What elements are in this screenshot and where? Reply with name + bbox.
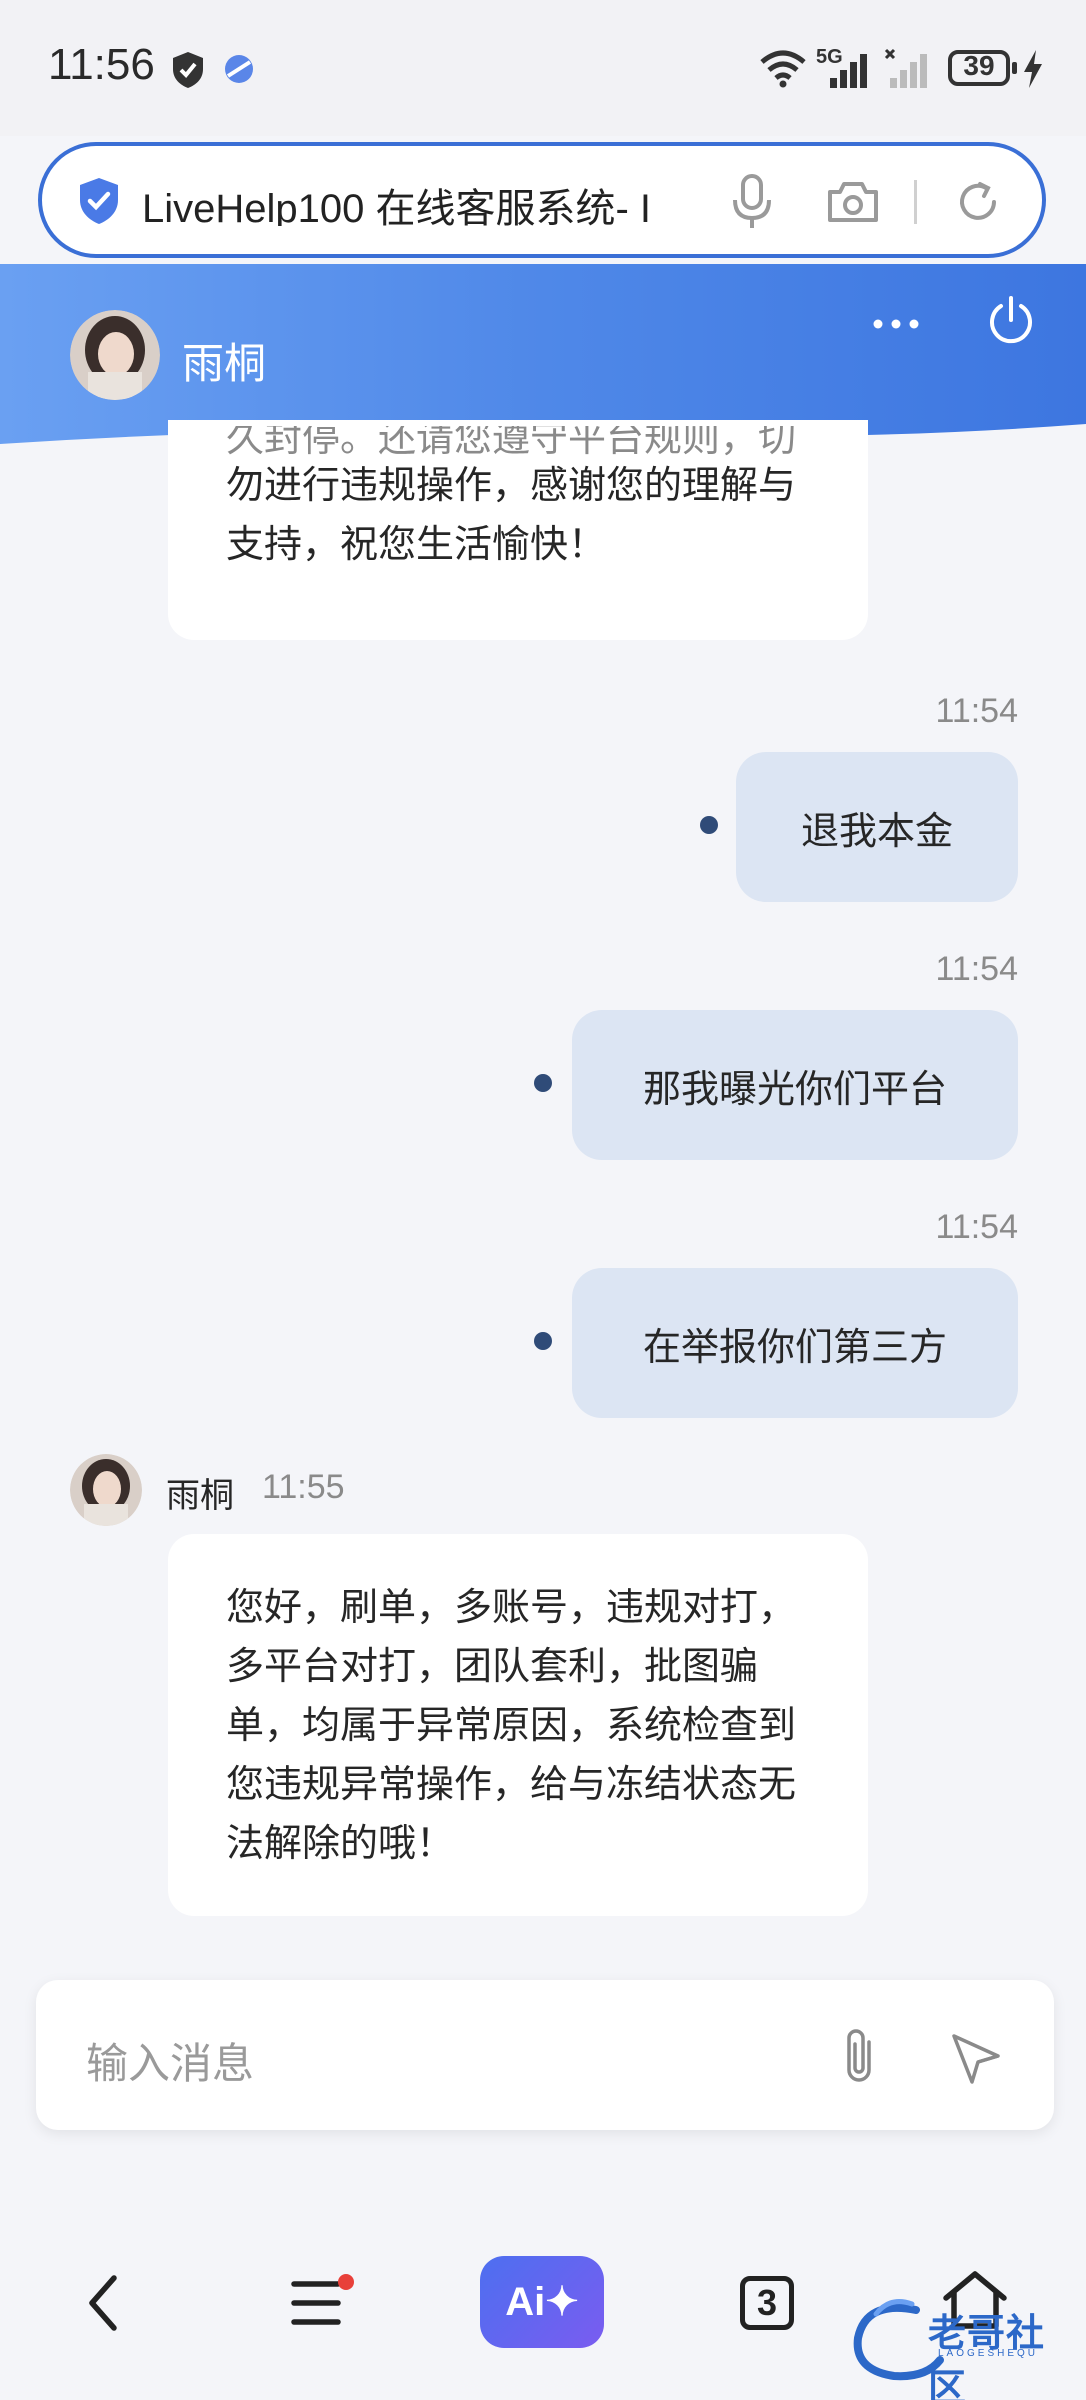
signal-empty-icon: [884, 48, 927, 88]
url-divider: [914, 180, 917, 224]
address-bar[interactable]: LiveHelp100 在线客服系统- I: [38, 142, 1046, 258]
more-icon[interactable]: [870, 314, 922, 334]
watermark-subtext: LAOGESHEQU: [938, 2348, 1039, 2359]
send-icon[interactable]: [948, 2030, 1004, 2086]
user-message-bubble: 那我曝光你们平台: [572, 1010, 1018, 1160]
read-indicator: [534, 1332, 552, 1350]
battery-icon: 39: [948, 50, 1010, 86]
wifi-icon: [760, 50, 806, 88]
message-line: 法解除的哦！: [226, 1821, 455, 1865]
tabs-button[interactable]: 3: [740, 2276, 794, 2330]
user-message-bubble: 退我本金: [736, 752, 1018, 902]
agent-message-bubble: 您好，刷单，多账号，违规对打， 多平台对打，团队套利，批图骗 单，均属于异常原因…: [168, 1534, 869, 1916]
message-line: 您好，刷单，多账号，违规对打，: [226, 1585, 797, 1629]
message-line: 多平台对打，团队套利，批图骗: [226, 1644, 759, 1688]
url-text[interactable]: LiveHelp100 在线客服系统- I: [142, 176, 732, 226]
charging-icon: [1024, 50, 1042, 88]
agent-avatar[interactable]: [70, 1454, 142, 1526]
message-time: 11:54: [935, 692, 1018, 730]
message-line: 单，均属于异常原因，系统检查到: [226, 1703, 797, 1747]
message-input[interactable]: 输入消息: [36, 1980, 1054, 2130]
message-line: 久封停。还请您遵守平台规则，切: [226, 426, 797, 456]
agent-name: 雨桐: [182, 339, 267, 388]
message-line: 您违规异常操作，给与冻结状态无: [226, 1762, 797, 1806]
input-placeholder: 输入消息: [86, 2039, 255, 2088]
bottom-navigation: Ai✦ 3 老哥社区 LAOGESHEQU: [0, 2200, 1086, 2400]
ai-label: Ai✦: [505, 2280, 579, 2324]
secure-shield-icon: [80, 178, 118, 224]
read-indicator: [534, 1074, 552, 1092]
microphone-icon[interactable]: [730, 174, 774, 232]
signal-icon: [830, 54, 867, 88]
camera-icon[interactable]: [826, 180, 880, 224]
agent-avatar[interactable]: [70, 310, 160, 400]
message-time: 11:55: [262, 1468, 345, 1506]
message-time: 11:54: [935, 950, 1018, 988]
message-text: 在举报你们第三方: [642, 1324, 947, 1369]
message-line: 勿进行违规操作，感谢您的理解与: [226, 463, 797, 507]
watermark-logo: 老哥社区 LAOGESHEQU: [846, 2290, 1076, 2400]
message-line: 支持，祝您生活愉快！: [226, 522, 607, 566]
ai-assistant-button[interactable]: Ai✦: [480, 2256, 604, 2348]
battery-tip: [1012, 62, 1017, 74]
menu-icon[interactable]: [290, 2274, 354, 2332]
shield-icon: [173, 52, 203, 88]
sender-name: 雨桐: [166, 1476, 234, 1516]
status-bar: 11:56 5G 39: [0, 0, 1086, 136]
user-message-bubble: 在举报你们第三方: [572, 1268, 1018, 1418]
read-indicator: [700, 816, 718, 834]
refresh-icon[interactable]: [954, 178, 1002, 226]
message-text: 那我曝光你们平台: [642, 1066, 947, 1111]
back-icon[interactable]: [84, 2274, 124, 2332]
agent-message-bubble: 久封停。还请您遵守平台规则，切 勿进行违规操作，感谢您的理解与 支持，祝您生活愉…: [168, 420, 869, 640]
attachment-icon[interactable]: [836, 2026, 882, 2088]
battery-level: 39: [963, 50, 995, 81]
tab-count: 3: [756, 2282, 778, 2323]
message-time: 11:54: [935, 1208, 1018, 1246]
vpn-icon: [225, 55, 253, 83]
message-text: 退我本金: [800, 808, 953, 853]
power-icon[interactable]: [984, 294, 1038, 348]
status-time: 11:56: [48, 40, 155, 89]
